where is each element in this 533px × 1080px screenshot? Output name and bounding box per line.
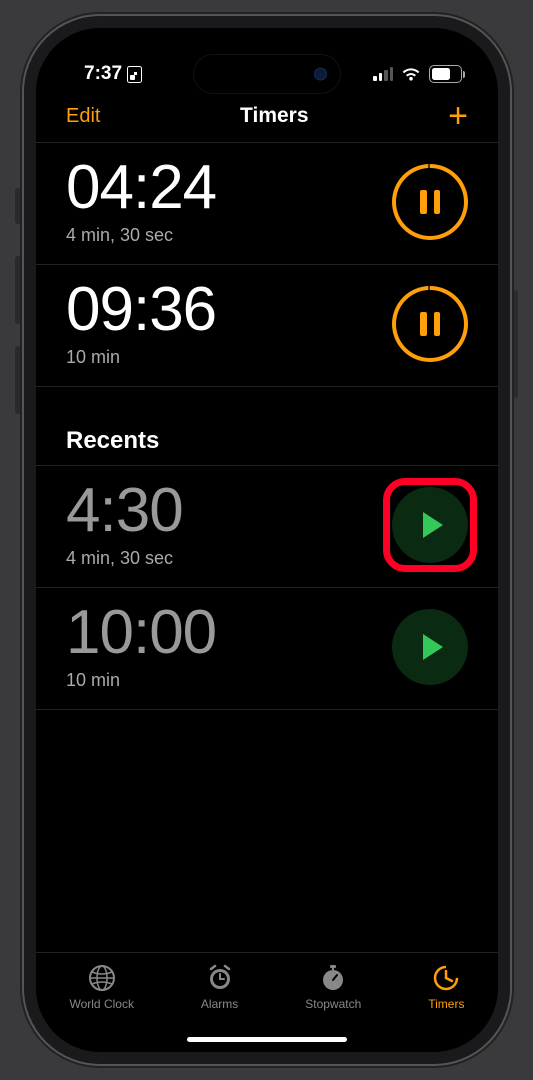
recent-timer-row[interactable]: 10:00 10 min [36,588,498,710]
tab-alarms[interactable]: Alarms [201,963,238,1011]
recent-timer-duration: 10:00 [66,602,216,664]
tab-label: Alarms [201,997,238,1011]
status-time: 7:37 [84,63,122,85]
pause-icon [420,190,440,214]
alarm-icon [205,963,235,993]
recent-timer-row[interactable]: 4:30 4 min, 30 sec [36,466,498,588]
sim-icon [127,66,142,83]
tab-label: Timers [428,997,464,1011]
battery-indicator: 58 [429,65,462,83]
tab-label: Stopwatch [305,997,361,1011]
tab-world-clock[interactable]: World Clock [69,963,133,1011]
active-timer-row[interactable]: 04:24 4 min, 30 sec [36,143,498,265]
pause-icon [420,312,440,336]
pause-button[interactable] [392,286,468,362]
home-indicator[interactable] [187,1037,347,1043]
active-timer-row[interactable]: 09:36 10 min [36,265,498,387]
play-icon [423,634,443,660]
stopwatch-icon [318,963,348,993]
recents-header: Recents [36,387,498,465]
recent-timer-duration: 4:30 [66,480,183,542]
timer-label: 10 min [66,347,216,368]
phone-frame: 7:37 58 Edit Timers + 04:24 4 m [22,14,512,1066]
wifi-icon [401,67,421,82]
start-button[interactable] [392,609,468,685]
tab-timers[interactable]: Timers [428,963,464,1011]
edit-button[interactable]: Edit [66,105,100,128]
timer-label: 4 min, 30 sec [66,225,216,246]
start-button[interactable] [392,487,468,563]
mute-switch[interactable] [15,188,21,224]
status-bar: 7:37 58 [36,28,498,98]
timer-remaining: 09:36 [66,279,216,341]
add-timer-button[interactable]: + [448,106,468,126]
screen: 7:37 58 Edit Timers + 04:24 4 m [36,28,498,1052]
tab-stopwatch[interactable]: Stopwatch [305,963,361,1011]
battery-percent: 58 [438,67,452,82]
timer-icon [431,963,461,993]
tab-label: World Clock [69,997,133,1011]
volume-down-button[interactable] [15,346,21,414]
page-title: Timers [240,104,309,128]
pause-button[interactable] [392,164,468,240]
globe-icon [87,963,117,993]
timer-remaining: 04:24 [66,157,216,219]
cellular-signal-icon [373,67,393,81]
nav-bar: Edit Timers + [36,98,498,142]
volume-up-button[interactable] [15,256,21,324]
power-button[interactable] [512,290,518,398]
recent-timer-label: 10 min [66,670,216,691]
recent-timer-label: 4 min, 30 sec [66,548,183,569]
play-icon [423,512,443,538]
